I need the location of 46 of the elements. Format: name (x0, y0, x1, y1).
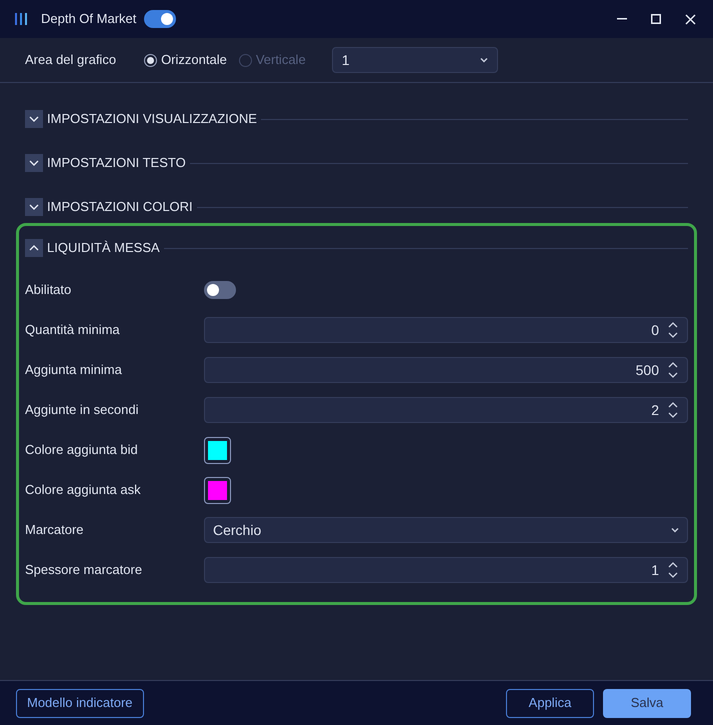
section-title: IMPOSTAZIONI TESTO (47, 154, 186, 172)
toggle-switch[interactable] (204, 281, 236, 299)
chevron-up-icon (29, 245, 39, 251)
chevron-down-icon (29, 160, 39, 166)
apply-button[interactable]: Applica (506, 688, 594, 718)
caret-icon (480, 57, 488, 63)
color-swatch[interactable] (204, 436, 231, 464)
section-title: IMPOSTAZIONI COLORI (47, 198, 193, 216)
field-label: Aggiunta minima (25, 361, 123, 380)
number-field[interactable]: 0 (204, 317, 688, 343)
number-field[interactable]: 1 (204, 557, 688, 583)
save-button[interactable]: Salva (603, 688, 691, 718)
field-label: Aggiunte in secondi (25, 401, 140, 420)
field-label: Colore aggiunta bid (25, 441, 139, 460)
number-field[interactable]: 2 (204, 397, 688, 423)
minimize-icon[interactable] (617, 18, 627, 20)
field-label: Quantità minima (25, 321, 121, 340)
radio-option[interactable]: Orizzontale (144, 50, 227, 70)
toggle-switch[interactable] (144, 10, 176, 28)
spinner-icon[interactable] (667, 320, 679, 340)
close-icon[interactable] (685, 14, 696, 24)
section-title: IMPOSTAZIONI VISUALIZZAZIONE (47, 110, 257, 128)
expand-toggle[interactable] (25, 110, 43, 128)
spinner-icon[interactable] (667, 360, 679, 380)
spinner-icon[interactable] (667, 560, 679, 580)
template-button[interactable]: Modello indicatore (16, 688, 144, 718)
chart-area-label: Area del grafico (25, 51, 116, 70)
section-title: LIQUIDITÀ MESSA (47, 239, 160, 258)
maximize-icon[interactable] (651, 14, 661, 24)
field-label: Marcatore (25, 521, 85, 540)
expand-toggle[interactable] (25, 154, 43, 172)
caret-icon (671, 527, 679, 533)
field-label: Abilitato (25, 281, 72, 300)
field-label: Spessore marcatore (25, 561, 144, 580)
chevron-down-icon (29, 204, 39, 210)
spinner-icon[interactable] (667, 400, 679, 420)
expand-toggle[interactable] (25, 239, 43, 257)
expand-toggle[interactable] (25, 198, 43, 216)
color-swatch[interactable] (204, 476, 231, 504)
field-label: Colore aggiunta ask (25, 481, 142, 500)
bars-icon (15, 12, 27, 26)
chevron-down-icon (29, 116, 39, 122)
select-field[interactable]: Cerchio (204, 517, 688, 543)
number-field[interactable]: 500 (204, 357, 688, 383)
window-title: Depth Of Market (41, 10, 136, 28)
select-field[interactable]: 1 (332, 47, 498, 73)
